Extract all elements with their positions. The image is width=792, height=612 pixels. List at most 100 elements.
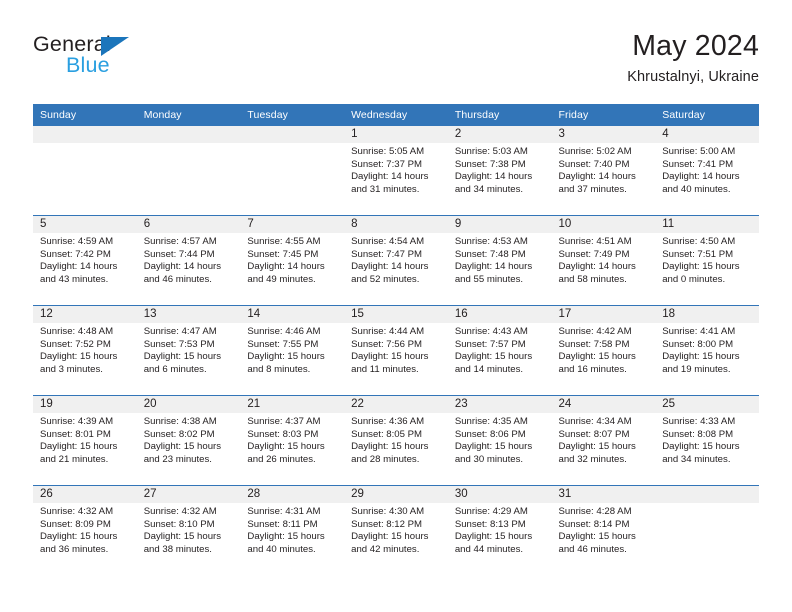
- sunset-text: Sunset: 8:03 PM: [247, 428, 319, 440]
- daylight-text-line2: and 32 minutes.: [558, 453, 627, 465]
- calendar-day-cell[interactable]: 16 Sunrise: 4:43 AM Sunset: 7:57 PM Dayligh…: [447, 305, 552, 396]
- day-number: 11: [655, 216, 759, 233]
- daylight-text-line2: and 40 minutes.: [247, 543, 316, 555]
- sunrise-text: Sunrise: 4:47 AM: [143, 326, 217, 337]
- calendar-week-row: 12 Sunrise: 4:48 AM Sunset: 7:52 PM Dayligh…: [33, 305, 759, 396]
- calendar-day-cell[interactable]: 9 Sunrise: 4:53 AM Sunset: 7:48 PM Daylight…: [447, 215, 552, 306]
- daylight-text-line1: Daylight: 15 hours: [662, 441, 740, 453]
- day-number: 29: [344, 486, 448, 503]
- calendar-day-cell[interactable]: 14 Sunrise: 4:46 AM Sunset: 7:55 PM Dayligh…: [240, 305, 345, 396]
- sunset-text: Sunset: 7:48 PM: [454, 248, 526, 260]
- calendar-day-cell[interactable]: 26 Sunrise: 4:32 AM Sunset: 8:09 PM Dayligh…: [33, 485, 137, 575]
- sunrise-text: Sunrise: 5:05 AM: [351, 146, 425, 157]
- calendar-day-cell[interactable]: 2 Sunrise: 5:03 AM Sunset: 7:38 PM Daylight…: [447, 126, 552, 216]
- day-details: Sunrise: 4:38 AM Sunset: 8:02 PM Daylight:…: [137, 413, 241, 466]
- sunrise-text: Sunrise: 4:43 AM: [454, 326, 528, 337]
- day-details: Sunrise: 4:37 AM Sunset: 8:03 PM Daylight:…: [240, 413, 344, 466]
- day-number: 10: [551, 216, 656, 233]
- daylight-text-line2: and 23 minutes.: [143, 453, 212, 465]
- daylight-text-line1: Daylight: 14 hours: [351, 171, 429, 183]
- sunset-text: Sunset: 8:12 PM: [351, 518, 423, 530]
- day-details: Sunrise: 4:41 AM Sunset: 8:00 PM Daylight:…: [655, 323, 759, 376]
- sunrise-text: Sunrise: 4:46 AM: [247, 326, 321, 337]
- calendar-day-cell[interactable]: 19 Sunrise: 4:39 AM Sunset: 8:01 PM Dayligh…: [33, 395, 137, 486]
- calendar-table: Sunday Monday Tuesday Wednesday Thursday…: [33, 104, 759, 575]
- calendar-day-cell[interactable]: 20 Sunrise: 4:38 AM Sunset: 8:02 PM Dayligh…: [136, 395, 241, 486]
- day-details: Sunrise: 4:46 AM Sunset: 7:55 PM Daylight:…: [240, 323, 344, 376]
- day-number: 28: [240, 486, 345, 503]
- calendar-day-cell[interactable]: 27 Sunrise: 4:32 AM Sunset: 8:10 PM Dayligh…: [136, 485, 241, 575]
- sunrise-text: Sunrise: 4:53 AM: [454, 236, 528, 247]
- sunrise-text: Sunrise: 4:30 AM: [351, 506, 425, 517]
- calendar-day-cell[interactable]: 15 Sunrise: 4:44 AM Sunset: 7:56 PM Dayligh…: [344, 305, 448, 396]
- calendar-day-cell[interactable]: 13 Sunrise: 4:47 AM Sunset: 7:53 PM Dayligh…: [136, 305, 241, 396]
- day-number: 24: [551, 396, 656, 413]
- day-details: Sunrise: 5:03 AM Sunset: 7:38 PM Daylight:…: [448, 143, 552, 196]
- calendar-day-cell[interactable]: 18 Sunrise: 4:41 AM Sunset: 8:00 PM Dayligh…: [655, 305, 759, 396]
- calendar-day-cell[interactable]: 30 Sunrise: 4:29 AM Sunset: 8:13 PM Dayligh…: [447, 485, 552, 575]
- daylight-text-line2: and 11 minutes.: [351, 363, 419, 375]
- daylight-text-line1: Daylight: 14 hours: [662, 171, 740, 183]
- calendar-day-cell[interactable]: 3 Sunrise: 5:02 AM Sunset: 7:40 PM Daylight…: [551, 126, 656, 216]
- day-number: 7: [240, 216, 345, 233]
- calendar-day-cell[interactable]: 22 Sunrise: 4:36 AM Sunset: 8:05 PM Dayligh…: [344, 395, 448, 486]
- daylight-text-line1: Daylight: 14 hours: [40, 261, 118, 273]
- calendar-day-cell[interactable]: 6 Sunrise: 4:57 AM Sunset: 7:44 PM Daylight…: [136, 215, 241, 306]
- daylight-text-line2: and 16 minutes.: [558, 363, 627, 375]
- daylight-text-line2: and 14 minutes.: [454, 363, 524, 375]
- weekday-header-sunday: Sunday: [33, 104, 137, 126]
- day-number: 14: [240, 306, 345, 323]
- daylight-text-line1: Daylight: 14 hours: [247, 261, 325, 273]
- sunset-text: Sunset: 8:13 PM: [454, 518, 526, 530]
- sunset-text: Sunset: 7:42 PM: [40, 248, 111, 260]
- calendar-day-cell[interactable]: 8 Sunrise: 4:54 AM Sunset: 7:47 PM Daylight…: [344, 215, 448, 306]
- daylight-text-line1: Daylight: 15 hours: [247, 531, 325, 543]
- day-number: 15: [344, 306, 448, 323]
- calendar-day-cell[interactable]: 4 Sunrise: 5:00 AM Sunset: 7:41 PM Daylight…: [655, 126, 759, 216]
- daylight-text-line1: Daylight: 15 hours: [351, 441, 429, 453]
- calendar-day-cell-empty: [655, 485, 759, 575]
- generalblue-logo[interactable]: General Blue: [33, 33, 253, 84]
- calendar-day-cell[interactable]: 10 Sunrise: 4:51 AM Sunset: 7:49 PM Dayligh…: [551, 215, 656, 306]
- calendar-day-cell[interactable]: 5 Sunrise: 4:59 AM Sunset: 7:42 PM Daylight…: [33, 215, 137, 306]
- day-number: 16: [447, 306, 552, 323]
- sunset-text: Sunset: 8:07 PM: [558, 428, 630, 440]
- daylight-text-line2: and 8 minutes.: [247, 363, 311, 375]
- sunrise-text: Sunrise: 4:54 AM: [351, 236, 425, 247]
- sunset-text: Sunset: 8:00 PM: [662, 338, 734, 350]
- day-details: Sunrise: 5:05 AM Sunset: 7:37 PM Daylight:…: [344, 143, 448, 196]
- weekday-header-saturday: Saturday: [655, 104, 759, 126]
- calendar-day-cell[interactable]: 29 Sunrise: 4:30 AM Sunset: 8:12 PM Dayligh…: [344, 485, 448, 575]
- calendar-grid: Sunday Monday Tuesday Wednesday Thursday…: [33, 104, 759, 575]
- calendar-day-cell[interactable]: 21 Sunrise: 4:37 AM Sunset: 8:03 PM Dayligh…: [240, 395, 345, 486]
- sunrise-text: Sunrise: 4:36 AM: [351, 416, 425, 427]
- calendar-day-cell[interactable]: 7 Sunrise: 4:55 AM Sunset: 7:45 PM Daylight…: [240, 215, 345, 306]
- daylight-text-line2: and 34 minutes.: [662, 453, 731, 465]
- calendar-day-cell[interactable]: 11 Sunrise: 4:50 AM Sunset: 7:51 PM Dayligh…: [655, 215, 759, 306]
- calendar-day-cell[interactable]: 28 Sunrise: 4:31 AM Sunset: 8:11 PM Dayligh…: [240, 485, 345, 575]
- daylight-text-line1: Daylight: 15 hours: [40, 441, 118, 453]
- calendar-day-cell[interactable]: 23 Sunrise: 4:35 AM Sunset: 8:06 PM Dayligh…: [447, 395, 552, 486]
- daylight-text-line1: Daylight: 15 hours: [351, 531, 429, 543]
- calendar-day-cell[interactable]: 1 Sunrise: 5:05 AM Sunset: 7:37 PM Daylight…: [344, 126, 448, 216]
- sunrise-text: Sunrise: 4:39 AM: [40, 416, 114, 427]
- daylight-text-line1: Daylight: 15 hours: [40, 531, 118, 543]
- sunset-text: Sunset: 7:56 PM: [351, 338, 423, 350]
- sunset-text: Sunset: 7:38 PM: [454, 158, 526, 170]
- daylight-text-line2: and 30 minutes.: [454, 453, 524, 465]
- day-details: Sunrise: 4:55 AM Sunset: 7:45 PM Daylight:…: [240, 233, 344, 286]
- calendar-day-cell[interactable]: 31 Sunrise: 4:28 AM Sunset: 8:14 PM Dayligh…: [551, 485, 656, 575]
- calendar-week-row: 19 Sunrise: 4:39 AM Sunset: 8:01 PM Dayligh…: [33, 395, 759, 486]
- sunrise-text: Sunrise: 4:28 AM: [558, 506, 632, 517]
- daylight-text-line2: and 46 minutes.: [558, 543, 627, 555]
- day-number: 25: [655, 396, 759, 413]
- day-details: Sunrise: 4:31 AM Sunset: 8:11 PM Daylight:…: [240, 503, 344, 556]
- weekday-header-monday: Monday: [136, 104, 241, 126]
- calendar-day-cell[interactable]: 25 Sunrise: 4:33 AM Sunset: 8:08 PM Dayligh…: [655, 395, 759, 486]
- calendar-day-cell-empty: [240, 126, 345, 216]
- calendar-day-cell[interactable]: 17 Sunrise: 4:42 AM Sunset: 7:58 PM Dayligh…: [551, 305, 656, 396]
- calendar-day-cell[interactable]: 12 Sunrise: 4:48 AM Sunset: 7:52 PM Dayligh…: [33, 305, 137, 396]
- calendar-body: 1 Sunrise: 5:05 AM Sunset: 7:37 PM Daylight…: [33, 126, 759, 575]
- sunrise-text: Sunrise: 5:02 AM: [558, 146, 632, 157]
- calendar-day-cell[interactable]: 24 Sunrise: 4:34 AM Sunset: 8:07 PM Dayligh…: [551, 395, 656, 486]
